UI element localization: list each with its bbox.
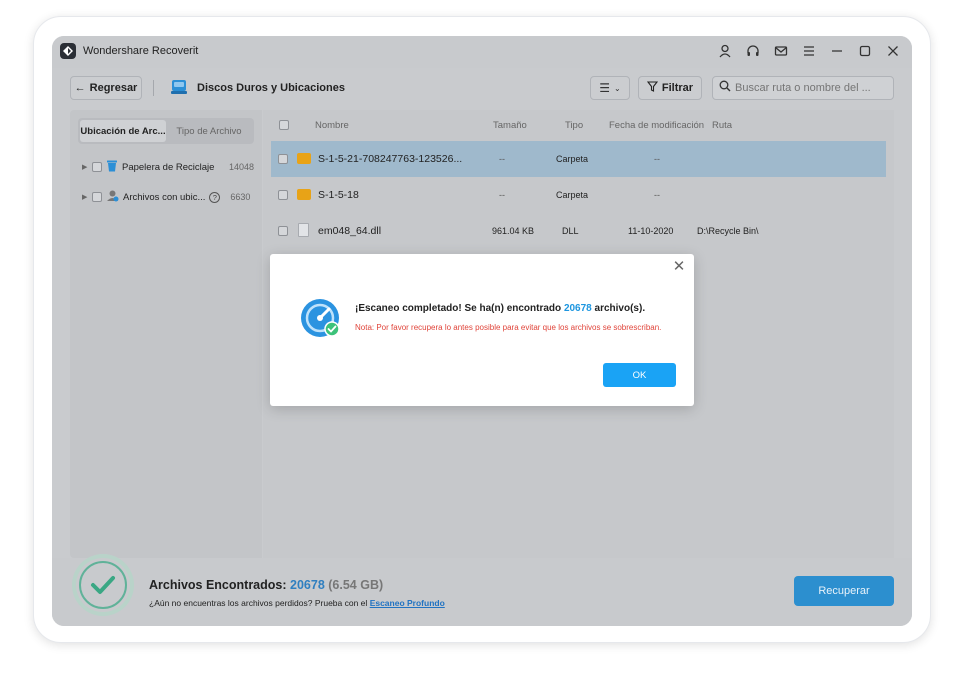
column-header-date[interactable]: Fecha de modificación <box>609 120 704 131</box>
search-box[interactable] <box>712 76 894 100</box>
column-header-size[interactable]: Tamaño <box>493 120 527 131</box>
toolbar-divider <box>153 80 154 96</box>
column-header-name[interactable]: Nombre <box>315 120 349 131</box>
expand-triangle-icon[interactable]: ▶ <box>82 163 88 171</box>
column-header-path[interactable]: Ruta <box>712 120 732 131</box>
maximize-icon[interactable] <box>856 42 874 60</box>
select-all-checkbox[interactable] <box>279 120 289 130</box>
location-title: Discos Duros y Ubicaciones <box>197 82 345 94</box>
file-type: DLL <box>562 226 579 236</box>
list-header: Nombre Tamaño Tipo Fecha de modificación… <box>263 110 894 140</box>
bottom-bar <box>52 558 912 626</box>
dialog-close-icon[interactable]: ✕ <box>670 258 688 276</box>
tab-file-location[interactable]: Ubicación de Arc... <box>80 120 166 142</box>
checkmark-icon <box>79 561 127 609</box>
window-controls <box>716 42 902 60</box>
funnel-icon <box>646 81 659 95</box>
table-row[interactable]: em048_64.dll 961.04 KB DLL 11-10-2020 D:… <box>271 213 886 249</box>
app-title: Wondershare Recoverit <box>83 45 199 57</box>
file-type: Carpeta <box>556 190 589 200</box>
minimize-icon[interactable] <box>828 42 846 60</box>
file-name: S-1-5-18 <box>318 189 359 201</box>
file-name: S-1-5-21-708247763-123526... <box>318 153 463 165</box>
expand-triangle-icon[interactable]: ▶ <box>82 193 88 201</box>
file-size: -- <box>499 154 505 164</box>
deep-scan-hint: ¿Aún no encuentras los archivos perdidos… <box>149 598 445 608</box>
file-date: 11-10-2020 <box>628 226 674 236</box>
user-icon[interactable] <box>716 42 734 60</box>
deep-scan-link[interactable]: Escaneo Profundo <box>370 598 445 608</box>
item-count: 14048 <box>228 162 254 172</box>
close-icon[interactable] <box>884 42 902 60</box>
hard-drive-icon <box>170 78 188 96</box>
ok-button[interactable]: OK <box>603 363 676 387</box>
mail-icon[interactable] <box>772 42 790 60</box>
list-view-icon: ☰ <box>599 81 611 95</box>
scan-complete-badge <box>72 554 134 616</box>
tab-file-type[interactable]: Tipo de Archivo <box>166 120 252 142</box>
sidebar-item-label: Papelera de Reciclaje <box>122 161 215 173</box>
checkbox[interactable] <box>278 226 288 236</box>
dialog-title: ¡Escaneo completado! Se ha(n) encontrado… <box>355 303 645 314</box>
table-row[interactable]: S-1-5-18 -- Carpeta -- <box>271 177 886 213</box>
file-icon <box>298 223 309 237</box>
search-icon <box>719 79 731 97</box>
file-date: -- <box>654 190 660 200</box>
toolbar: ← Regresar Discos Duros y Ubicaciones ☰ … <box>52 68 912 108</box>
filter-button[interactable]: Filtrar <box>638 76 702 100</box>
trash-icon <box>106 159 118 175</box>
left-panel: Ubicación de Arc... Tipo de Archivo ▶ Pa… <box>70 110 262 558</box>
file-name: em048_64.dll <box>318 225 382 237</box>
checkbox[interactable] <box>278 154 288 164</box>
files-found-size: (6.54 GB) <box>328 578 384 592</box>
dialog-file-count: 20678 <box>563 303 592 314</box>
search-input[interactable] <box>735 82 885 94</box>
menu-list-icon[interactable] <box>800 42 818 60</box>
filter-button-label: Filtrar <box>661 82 694 94</box>
file-size: -- <box>499 190 505 200</box>
file-size: 961.04 KB <box>492 226 535 236</box>
checkbox[interactable] <box>278 190 288 200</box>
files-found-summary: Archivos Encontrados: 20678 (6.54 GB) <box>149 578 383 592</box>
chevron-down-icon: ⌄ <box>614 83 621 93</box>
files-found-label: Archivos Encontrados: <box>149 578 287 592</box>
view-mode-button[interactable]: ☰ ⌄ <box>590 76 630 100</box>
dialog-title-suffix: archivo(s). <box>594 303 646 314</box>
user-folder-icon <box>106 189 119 205</box>
hint-text: ¿Aún no encuentras los archivos perdidos… <box>149 598 368 608</box>
item-count: 6630 <box>230 192 251 202</box>
folder-icon <box>297 189 311 200</box>
file-path: D:\Recycle Bin\ <box>697 226 759 236</box>
help-question-icon[interactable]: ? <box>209 191 221 203</box>
back-button-label: Regresar <box>89 82 138 94</box>
arrow-left-icon: ← <box>74 82 86 94</box>
dialog-note: Nota: Por favor recupera lo antes posibl… <box>355 323 662 332</box>
sidebar-item-recycle-bin[interactable]: ▶ Papelera de Reciclaje 14048 <box>82 158 254 176</box>
column-header-type[interactable]: Tipo <box>565 120 583 131</box>
title-bar: Wondershare Recoverit <box>52 36 912 68</box>
folder-icon <box>297 153 311 164</box>
sidebar-item-label: Archivos con ubic... <box>123 191 206 203</box>
recover-button[interactable]: Recuperar <box>794 576 894 606</box>
files-found-count: 20678 <box>290 578 325 592</box>
scan-complete-dialog: ✕ ¡Escaneo completado! Se ha(n) encontra… <box>270 254 694 406</box>
dialog-title-prefix: ¡Escaneo completado! Se ha(n) encontrado <box>355 303 562 314</box>
checkbox[interactable] <box>92 162 102 172</box>
back-button[interactable]: ← Regresar <box>70 76 142 100</box>
support-headset-icon[interactable] <box>744 42 762 60</box>
checkbox[interactable] <box>92 192 102 202</box>
file-date: -- <box>654 154 660 164</box>
sidebar-tabs: Ubicación de Arc... Tipo de Archivo <box>78 118 254 144</box>
table-row[interactable]: S-1-5-21-708247763-123526... -- Carpeta … <box>271 141 886 177</box>
recoverit-logo-icon <box>60 43 76 59</box>
scan-complete-icon <box>300 298 342 340</box>
sidebar-item-lost-location[interactable]: ▶ Archivos con ubic... ? 6630 <box>82 188 254 206</box>
file-type: Carpeta <box>556 154 589 164</box>
